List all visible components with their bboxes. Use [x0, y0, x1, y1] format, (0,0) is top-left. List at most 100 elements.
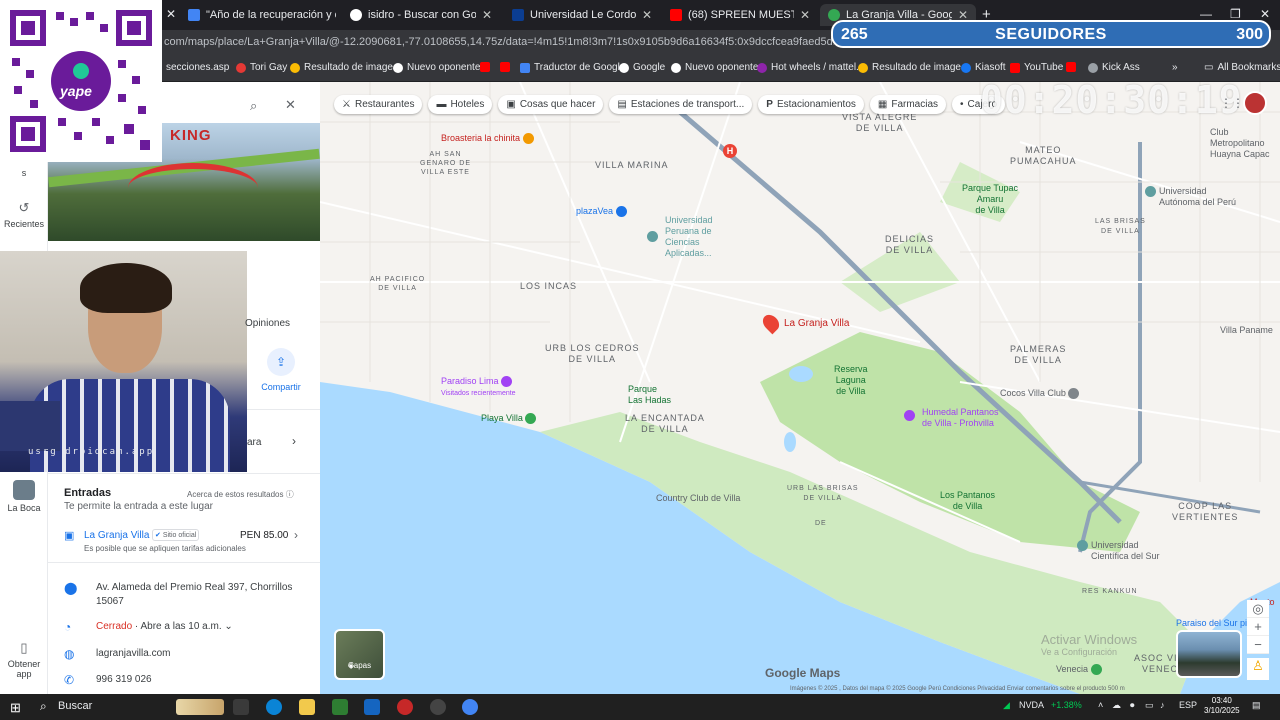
cloud-icon[interactable]: ☁: [1112, 700, 1121, 711]
rail-item-partial[interactable]: s: [0, 168, 48, 178]
park-label[interactable]: Los Pantanos de Villa: [940, 490, 995, 512]
chip-hoteles[interactable]: ▬ Hoteles: [428, 95, 493, 114]
all-bookmarks-button[interactable]: ▭ All Bookmarks: [1204, 62, 1280, 73]
poi-country-club[interactable]: Country Club de Villa: [656, 493, 740, 503]
zoom-out-button[interactable]: −: [1247, 636, 1269, 654]
chip-estacionamientos[interactable]: P Estacionamientos: [758, 95, 864, 114]
minimize-icon[interactable]: —: [1200, 7, 1212, 21]
layers-button[interactable]: ◈ Capas: [334, 629, 385, 680]
bookmark-item[interactable]: Kick Ass: [1088, 62, 1140, 73]
mail-icon[interactable]: [364, 699, 380, 715]
search-icon[interactable]: ⌕: [40, 699, 47, 714]
chevron-double-icon[interactable]: »: [1172, 62, 1178, 73]
bookmark-item[interactable]: Traductor de Google: [520, 62, 625, 73]
panel-partial-text[interactable]: ara: [247, 437, 261, 448]
tab-2[interactable]: isidro - Buscar con Google ✕: [342, 4, 500, 26]
opera-icon[interactable]: [397, 699, 413, 715]
bookmark-item[interactable]: Kiasoft: [961, 62, 1006, 73]
park-label[interactable]: Reserva Laguna de Villa: [834, 364, 868, 397]
bookmark-item[interactable]: Nuevo oponente: [671, 62, 758, 73]
tab-1[interactable]: "Año de la recuperación y cons: [180, 4, 344, 26]
poi-universidad-autonoma[interactable]: Universidad Autónoma del Perú: [1145, 186, 1236, 208]
entradas-about-link[interactable]: Acerca de estos resultados ⓘ: [187, 489, 294, 500]
rail-item-recientes[interactable]: ↺ Recientes: [0, 200, 48, 229]
tab-4[interactable]: (68) SPREEN MUESTRA CUANT ✕: [662, 4, 818, 26]
clock[interactable]: 03:40 3/10/2025: [1204, 696, 1240, 716]
file-explorer-icon[interactable]: [299, 699, 315, 715]
taskbar-search[interactable]: Buscar: [58, 700, 92, 712]
poi-upc[interactable]: Universidad Peruana de Ciencias Aplicadas..…: [647, 215, 713, 259]
bookmark-item[interactable]: [500, 62, 510, 72]
chip-cosas-que-hacer[interactable]: ▣ Cosas que hacer: [498, 95, 604, 114]
language-indicator[interactable]: ESP: [1179, 700, 1197, 710]
poi-club-metropolitano[interactable]: Club Metropolitano Huayna Capac: [1210, 127, 1270, 160]
close-icon[interactable]: ✕: [642, 8, 652, 22]
bookmark-item[interactable]: [1066, 62, 1076, 72]
rail-item-la-boca[interactable]: La Boca: [0, 480, 48, 513]
bookmark-item[interactable]: Resultado de image...: [290, 62, 401, 73]
phone-row[interactable]: ✆ 996 319 026: [64, 673, 314, 687]
chevron-up-icon[interactable]: ˄: [1098, 700, 1103, 710]
close-icon[interactable]: ✕: [166, 7, 176, 21]
chip-restaurantes[interactable]: ⚔ Restaurantes: [334, 95, 423, 114]
bookmark-item[interactable]: YouTube: [1010, 62, 1063, 73]
my-location-icon[interactable]: ◎: [1247, 600, 1269, 618]
poi-humedal[interactable]: Humedal Pantanos de Villa - Prohvilla: [904, 407, 999, 429]
obs-icon[interactable]: [430, 699, 446, 715]
chip-estaciones[interactable]: ▤ Estaciones de transport...: [609, 95, 753, 114]
hours-row[interactable]: ◔ Cerrado · Abre a las 10 a.m. ⌄: [64, 620, 314, 634]
task-view-icon[interactable]: [233, 699, 249, 715]
apps-grid-icon[interactable]: ⋮⋮: [1220, 96, 1244, 110]
poi-paradiso[interactable]: Paradiso Lima Visitados recientemente: [441, 376, 516, 397]
poi-venecia[interactable]: Venecia: [1056, 664, 1105, 676]
bookmark-item[interactable]: Tori Gay: [236, 62, 287, 73]
bookmark-item[interactable]: [480, 62, 490, 72]
avatar[interactable]: [1243, 91, 1267, 115]
tab-3[interactable]: Universidad Le Cordon Bleu - 2 ✕: [504, 4, 660, 26]
url-input[interactable]: com/maps/place/La+Granja+Villa/@-12.2090…: [164, 36, 834, 48]
close-window-icon[interactable]: ✕: [1260, 7, 1270, 21]
street-view-thumbnail[interactable]: [1176, 630, 1242, 678]
volume-icon[interactable]: ♪: [1160, 700, 1165, 710]
search-icon[interactable]: ⌕: [250, 98, 257, 114]
address-row[interactable]: ⬤ Av. Alameda del Premio Real 397, Chorr…: [64, 581, 314, 609]
microphone-icon[interactable]: ⏺: [1130, 700, 1135, 711]
chrome-icon[interactable]: [462, 699, 478, 715]
park-label[interactable]: Parque Tupac Amaru de Villa: [962, 183, 1018, 216]
layers-text: Capas: [348, 661, 372, 670]
bookmark-item[interactable]: secciones.asp: [166, 62, 229, 73]
poi-cocos[interactable]: Cocos Villa Club: [1000, 388, 1082, 400]
close-icon[interactable]: ✕: [285, 97, 296, 113]
park-label[interactable]: Parque Las Hadas: [628, 384, 671, 406]
share-button[interactable]: ⇪ Compartir: [258, 348, 304, 392]
hospital-icon[interactable]: H: [723, 144, 737, 158]
zoom-in-button[interactable]: +: [1247, 618, 1269, 636]
chip-farmacias[interactable]: ▦ Farmacias: [869, 95, 947, 114]
network-icon[interactable]: ▭: [1145, 700, 1154, 711]
map-canvas[interactable]: AH SAN GENARO DE VILLA ESTE VILLA MARINA V…: [320, 82, 1280, 694]
tab-opiniones[interactable]: Opiniones: [245, 318, 290, 329]
poi-universidad-cientifica[interactable]: Universidad Científica del Sur: [1077, 540, 1160, 562]
bookmark-item[interactable]: Nuevo oponente: [393, 62, 480, 73]
maximize-icon[interactable]: ❐: [1230, 7, 1241, 21]
ticket-option[interactable]: ▣ La Granja Villa ✔ Sitio oficial PEN 85…: [64, 528, 304, 545]
edge-icon[interactable]: [266, 699, 282, 715]
stock-ticker[interactable]: NVDA: [1019, 700, 1044, 710]
close-icon[interactable]: ✕: [800, 8, 810, 22]
bookmark-item[interactable]: Hot wheels / mattel...: [757, 62, 864, 73]
pegman-icon[interactable]: ♙: [1247, 658, 1269, 680]
poi-broasteria[interactable]: Broasteria la chinita: [441, 133, 537, 145]
poi-plazavea[interactable]: plazaVea: [576, 206, 630, 218]
close-icon[interactable]: ✕: [482, 8, 492, 22]
poi-la-granja-villa[interactable]: La Granja Villa: [759, 311, 849, 335]
notifications-icon[interactable]: ▤: [1252, 700, 1261, 711]
search-highlight-image[interactable]: [176, 699, 224, 715]
website-row[interactable]: ◍ lagranjavilla.com: [64, 647, 314, 661]
chevron-right-icon[interactable]: ›: [292, 434, 296, 448]
poi-playa-villa[interactable]: Playa Villa: [481, 413, 539, 425]
rail-item-obtener-app[interactable]: ▯ Obtener app: [0, 640, 48, 679]
bookmark-item[interactable]: Resultado de image...: [858, 62, 969, 73]
store-icon[interactable]: [332, 699, 348, 715]
windows-start-icon[interactable]: ⊞: [10, 700, 21, 716]
bookmark-item[interactable]: Google: [619, 62, 665, 73]
